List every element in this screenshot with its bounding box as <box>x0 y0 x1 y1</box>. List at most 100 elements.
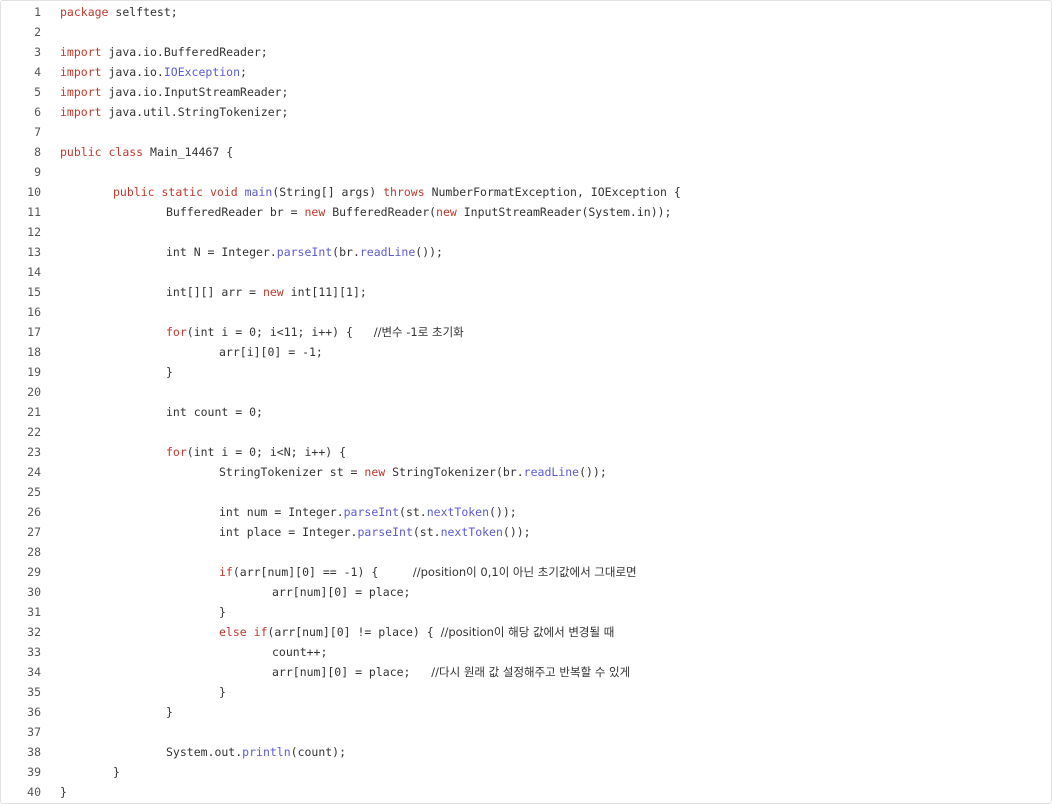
code-text: } <box>60 782 67 802</box>
code-text: BufferedReader br = new BufferedReader(n… <box>166 202 671 222</box>
text-token: Main_14467 { <box>143 145 234 159</box>
text-token: } <box>166 365 173 379</box>
code-text: arr[num][0] = place; <box>272 582 410 602</box>
code-line: 40} <box>1 782 1051 802</box>
identifier-token: parseInt <box>343 505 400 519</box>
text-token: (String[] args) <box>272 185 384 199</box>
text-token: } <box>219 685 226 699</box>
code-line: 6 import java.util.StringTokenizer; <box>1 102 1051 122</box>
line-number: 15 <box>27 285 41 299</box>
line-number: 2 <box>34 25 41 39</box>
code-text: else if(arr[num][0] != place) { //positi… <box>219 622 614 642</box>
keyword-token: new <box>262 285 284 299</box>
code-text: int count = 0; <box>166 402 263 422</box>
line-number: 31 <box>27 605 41 619</box>
line-number: 18 <box>27 345 41 359</box>
line-number: 12 <box>27 225 41 239</box>
code-line: 25 <box>1 482 1051 502</box>
code-text: import java.util.StringTokenizer; <box>60 102 288 122</box>
text-token: (st. <box>399 505 427 519</box>
code-line: 16 <box>1 302 1051 322</box>
code-line: 23 for(int i = 0; i<N; i++) { <box>1 442 1051 462</box>
keyword-token: static <box>161 185 204 199</box>
text-token: (arr[num][0] != place) { <box>267 625 441 639</box>
code-line: 14 <box>1 262 1051 282</box>
code-line: 38 System.out.println(count); <box>1 742 1051 762</box>
text-token: int[11][1]; <box>283 285 367 299</box>
code-text: } <box>166 362 173 382</box>
text-token: ; <box>240 65 247 79</box>
code-text: for(int i = 0; i<N; i++) { <box>166 442 346 462</box>
code-line: 9 <box>1 162 1051 182</box>
line-number: 38 <box>27 745 41 759</box>
identifier-token: nextToken <box>440 525 503 539</box>
code-line: 3 import java.io.BufferedReader; <box>1 42 1051 62</box>
line-number: 26 <box>27 505 41 519</box>
code-text: } <box>113 762 120 782</box>
text-token: int num = Integer. <box>219 505 344 519</box>
code-line: 19} <box>1 362 1051 382</box>
code-text: import java.io.BufferedReader; <box>60 42 268 62</box>
code-text: import java.io.InputStreamReader; <box>60 82 288 102</box>
text-token: selftest; <box>108 5 178 19</box>
comment-token: //변수 -1로 초기화 <box>373 325 464 339</box>
keyword-token: for <box>166 325 187 339</box>
text-token: (st. <box>412 525 441 539</box>
line-number: 3 <box>34 45 41 59</box>
code-text: for(int i = 0; i<11; i++) { //변수 -1로 초기화 <box>166 322 464 342</box>
text-token: arr[num][0] = place; <box>272 665 432 679</box>
text-token: StringTokenizer(br. <box>385 465 524 479</box>
line-number: 6 <box>34 105 41 119</box>
text-token: java.io. <box>101 65 164 79</box>
line-number: 16 <box>27 305 41 319</box>
keyword-token: new <box>364 465 386 479</box>
line-number: 20 <box>27 385 41 399</box>
code-line: 7 <box>1 122 1051 142</box>
text-token: BufferedReader( <box>325 205 437 219</box>
line-number: 4 <box>34 65 41 79</box>
code-line: 20 <box>1 382 1051 402</box>
line-number: 23 <box>27 445 41 459</box>
code-text: package selftest; <box>60 2 178 22</box>
code-text: public static void main(String[] args) t… <box>113 182 681 202</box>
line-number: 25 <box>27 485 41 499</box>
code-line: 28 <box>1 542 1051 562</box>
line-number: 30 <box>27 585 41 599</box>
code-line: 13 int N = Integer.parseInt(br.readLine()… <box>1 242 1051 262</box>
code-line: 26 int num = Integer.parseInt(st.nextToke… <box>1 502 1051 522</box>
code-text: public class Main_14467 { <box>60 142 233 162</box>
code-text: int N = Integer.parseInt(br.readLine()); <box>166 242 443 262</box>
code-text: StringTokenizer st = new StringTokenizer… <box>219 462 607 482</box>
line-number: 14 <box>27 265 41 279</box>
line-number: 19 <box>27 365 41 379</box>
code-line: 35} <box>1 682 1051 702</box>
keyword-token: new <box>304 205 326 219</box>
code-text: import java.io.IOException; <box>60 62 247 82</box>
text-token: BufferedReader br = <box>166 205 305 219</box>
code-text: System.out.println(count); <box>166 742 346 762</box>
text-token: NumberFormatException, IOException { <box>424 185 681 199</box>
identifier-token: parseInt <box>276 245 333 259</box>
code-line: 22 <box>1 422 1051 442</box>
text-token: (count); <box>290 745 347 759</box>
text-token: ()); <box>579 465 607 479</box>
keyword-token: public <box>60 145 102 159</box>
code-line: 37 <box>1 722 1051 742</box>
text-token: } <box>113 765 120 779</box>
code-line: 33 count++; <box>1 642 1051 662</box>
line-number: 21 <box>27 405 41 419</box>
code-line: 8 public class Main_14467 { <box>1 142 1051 162</box>
identifier-token: IOException <box>163 65 241 79</box>
text-token: (br. <box>332 245 360 259</box>
code-line: 2 <box>1 22 1051 42</box>
line-number: 27 <box>27 525 41 539</box>
text-token: java.util.StringTokenizer; <box>101 105 289 119</box>
text-token: count++; <box>272 645 328 659</box>
keyword-token: class <box>108 145 144 159</box>
code-text: count++; <box>272 642 327 662</box>
code-line: 17 for(int i = 0; i<11; i++) { //변수 -1로 초… <box>1 322 1051 342</box>
code-line: 1 package selftest; <box>1 2 1051 22</box>
keyword-token: for <box>166 445 187 459</box>
keyword-token: package <box>60 5 109 19</box>
